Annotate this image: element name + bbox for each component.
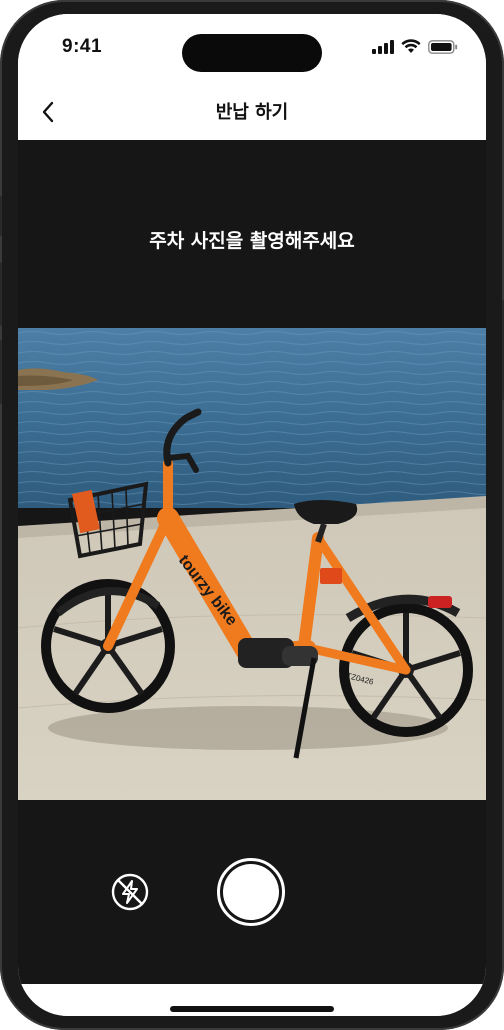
system-icons [372,39,458,54]
flash-off-icon [111,873,149,911]
volume-up-button [0,262,2,326]
capture-instruction: 주차 사진을 촬영해주세요 [149,230,355,252]
wifi-icon [401,39,421,53]
signal-icon [372,39,394,54]
camera-view: 주차 사진을 촬영해주세요 tourzy bike TZ0426 [18,140,486,984]
flash-toggle-button[interactable] [108,870,152,914]
status-bar: 9:41 [18,14,486,84]
home-indicator [170,1006,334,1012]
nav-bar: 반납 하기 [18,84,486,140]
screen: 9:41 반납 하기 주차 사진을 촬영해주세요 tourzy bike TZ0… [18,14,486,1016]
volume-down-button [0,340,2,404]
battery-icon [428,39,458,54]
dynamic-island [182,34,322,72]
camera-preview-photo: tourzy bike TZ0426 [18,328,486,800]
home-indicator-area [18,984,486,1016]
shutter-inner-circle [223,864,279,920]
status-time: 9:41 [62,36,103,57]
mute-switch [0,196,2,236]
shutter-button[interactable] [217,858,285,926]
bike-photo: tourzy bike TZ0426 [18,328,486,800]
phone-frame: 9:41 반납 하기 주차 사진을 촬영해주세요 tourzy bike TZ0… [0,0,504,1030]
page-title: 반납 하기 [215,102,289,123]
